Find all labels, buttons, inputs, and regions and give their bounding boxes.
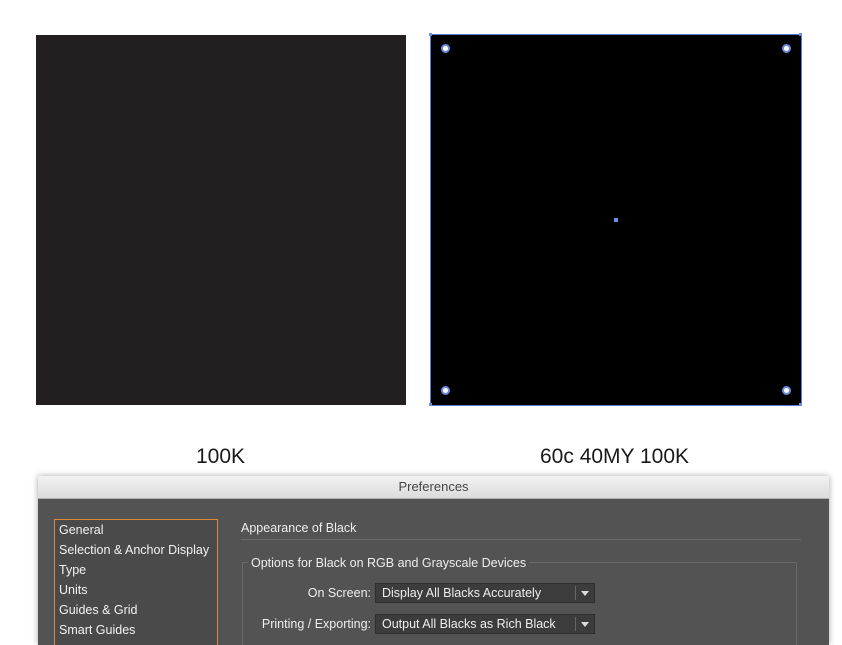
on-screen-select-value: Display All Blacks Accurately — [382, 586, 542, 600]
preferences-sidebar: General Selection & Anchor Display Type … — [54, 519, 218, 645]
select-separator — [575, 586, 576, 600]
center-point — [614, 218, 618, 222]
select-separator — [575, 617, 576, 631]
sidebar-item-units[interactable]: Units — [55, 580, 217, 600]
group-title: Options for Black on RGB and Grayscale D… — [248, 556, 530, 570]
swatch-rich-black-selected[interactable] — [429, 33, 802, 406]
sidebar-item-general[interactable]: General — [55, 520, 217, 540]
caption-100k: 100K — [196, 445, 246, 468]
printing-exporting-select[interactable]: Output All Blacks as Rich Black — [375, 614, 595, 634]
section-divider — [241, 539, 801, 540]
caption-rich-black: 60c 40MY 100K — [540, 445, 690, 468]
corner-point — [429, 33, 432, 36]
anchor-handle-top-left[interactable] — [441, 44, 450, 53]
corner-point — [799, 33, 802, 36]
on-screen-select[interactable]: Display All Blacks Accurately — [375, 583, 595, 603]
corner-point — [799, 403, 802, 406]
on-screen-label: On Screen: — [307, 586, 371, 600]
anchor-handle-bottom-right[interactable] — [782, 386, 791, 395]
sidebar-item-smart-guides[interactable]: Smart Guides — [55, 620, 217, 640]
sidebar-item-guides-grid[interactable]: Guides & Grid — [55, 600, 217, 620]
corner-point — [429, 403, 432, 406]
anchor-handle-top-right[interactable] — [782, 44, 791, 53]
anchor-handle-bottom-left[interactable] — [441, 386, 450, 395]
section-title: Appearance of Black — [241, 521, 357, 535]
printing-exporting-select-value: Output All Blacks as Rich Black — [382, 617, 556, 631]
sidebar-item-type[interactable]: Type — [55, 560, 217, 580]
chevron-down-icon — [581, 591, 589, 596]
chevron-down-icon — [581, 622, 589, 627]
preferences-dialog: Preferences General Selection & Anchor D… — [38, 476, 829, 645]
printing-exporting-label: Printing / Exporting: — [261, 617, 371, 631]
swatch-100k — [36, 35, 406, 405]
sidebar-item-selection-anchor-display[interactable]: Selection & Anchor Display — [55, 540, 217, 560]
dialog-titlebar[interactable]: Preferences — [38, 476, 829, 499]
